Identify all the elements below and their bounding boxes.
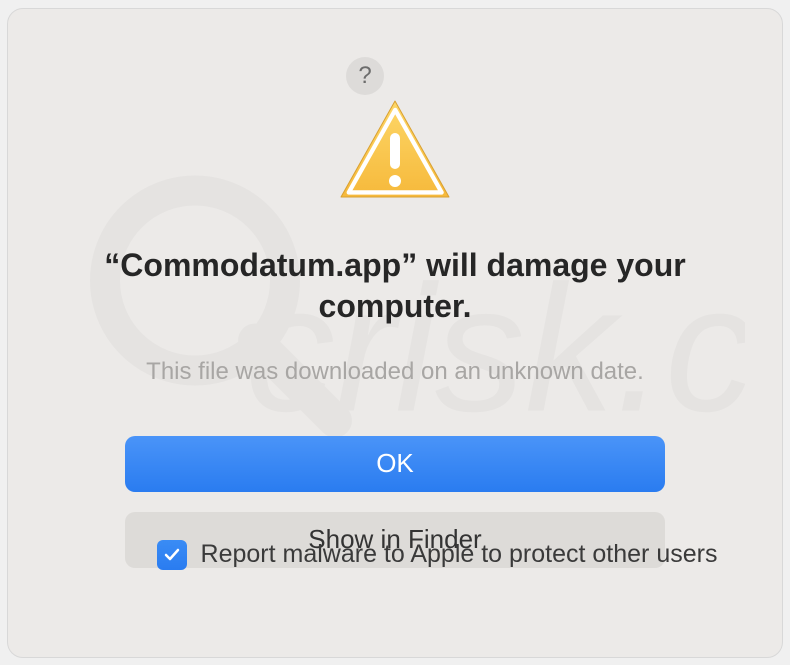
alert-dialog: crisk.com ? “Commodatum.app” will damage… bbox=[7, 8, 783, 658]
report-checkbox-row: Report malware to Apple to protect other… bbox=[157, 540, 718, 570]
help-icon: ? bbox=[358, 62, 371, 90]
report-checkbox[interactable] bbox=[157, 540, 187, 570]
help-button[interactable]: ? bbox=[346, 57, 384, 95]
dialog-title: “Commodatum.app” will damage your comput… bbox=[28, 245, 762, 328]
checkmark-icon bbox=[162, 545, 182, 565]
ok-button[interactable]: OK bbox=[125, 436, 665, 492]
dialog-subtitle: This file was downloaded on an unknown d… bbox=[146, 358, 644, 386]
report-checkbox-label: Report malware to Apple to protect other… bbox=[201, 540, 718, 569]
ok-button-label: OK bbox=[376, 448, 414, 478]
warning-icon bbox=[335, 97, 455, 205]
